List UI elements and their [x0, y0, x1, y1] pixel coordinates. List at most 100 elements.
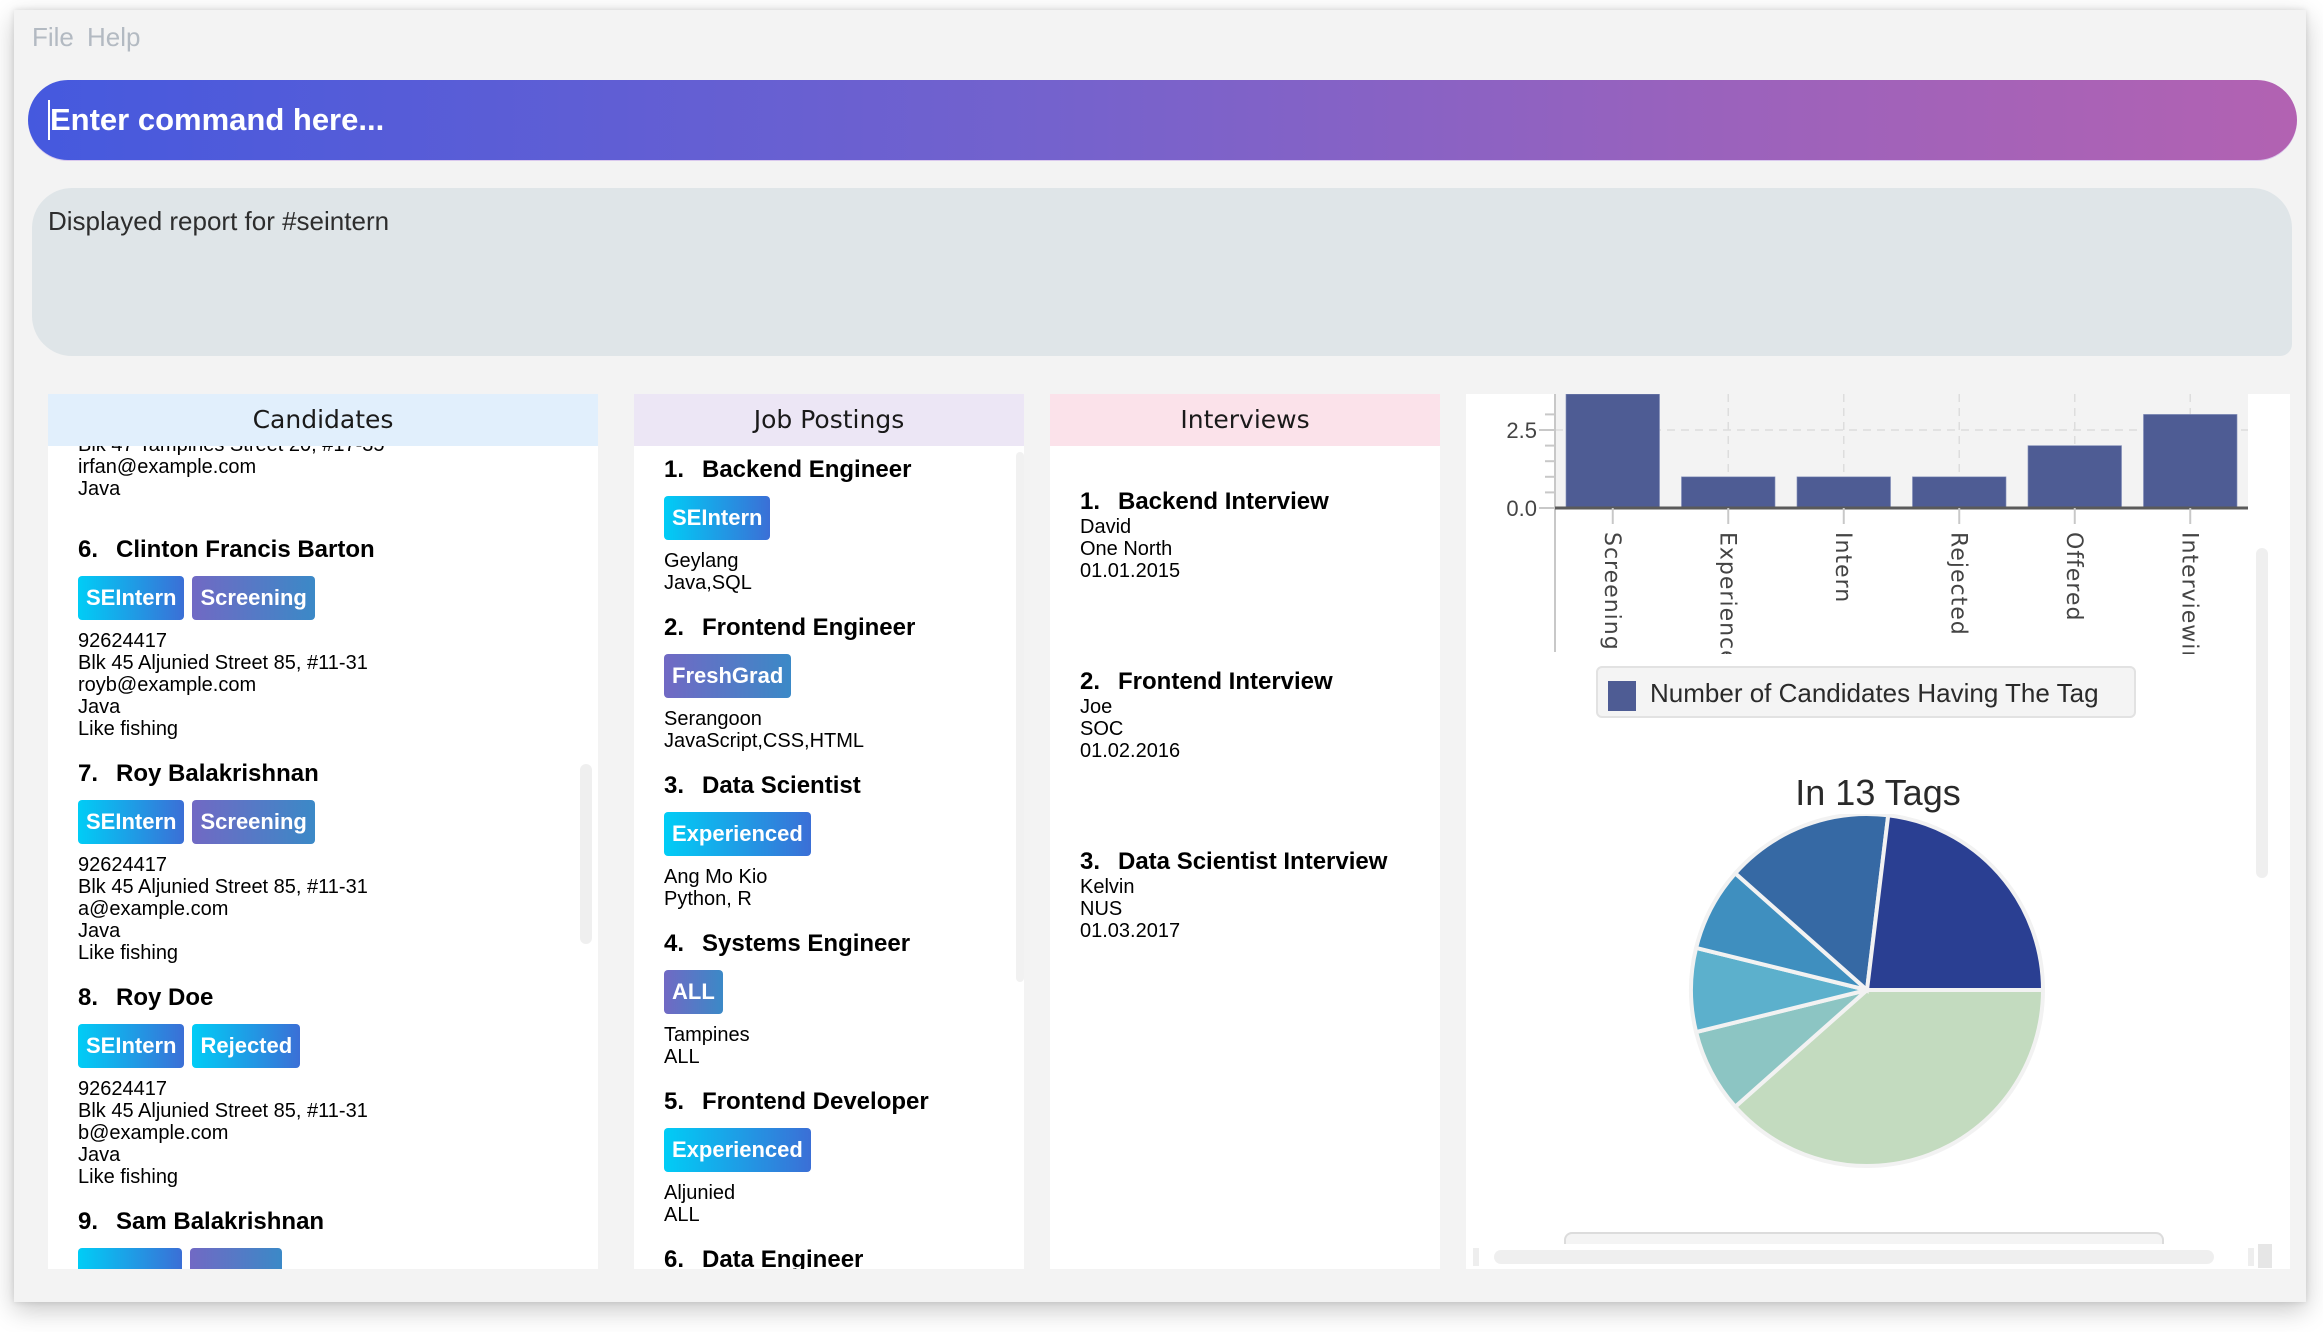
job-title-row: 3. Data Scientist [664, 772, 861, 800]
interviews-list[interactable]: 1. Backend Interview David One North 01.0… [1050, 446, 1440, 1269]
job-index: 1. [664, 456, 685, 483]
scroll-left-button[interactable] [1473, 1248, 1479, 1266]
y-tick-label: 0.0 [1506, 496, 1537, 521]
interview-card[interactable]: 1. Backend Interview David One North 01.0… [1080, 488, 1329, 582]
candidate-index: 7. [78, 760, 99, 787]
x-tick-label: Rejected [1945, 532, 1970, 636]
interview-location: NUS [1080, 898, 1123, 920]
tag-experienced[interactable]: Experienced [664, 1128, 811, 1172]
candidate-email: irfan@example.com [78, 456, 257, 478]
candidate-address: Blk 45 Aljunied Street 85, #11-31 [78, 652, 368, 674]
pie-chart-title: In 13 Tags [1795, 772, 1961, 813]
job-location: Serangoon [664, 708, 762, 730]
interview-title-row: 2. Frontend Interview [1080, 668, 1333, 696]
job-card[interactable]: 6. Data Engineer [664, 1246, 863, 1269]
tag-screening[interactable]: Screening [192, 800, 315, 844]
tag-freshgrad[interactable]: FreshGrad [664, 654, 792, 698]
interview-card[interactable]: 2. Frontend Interview Joe SOC 01.02.2016 [1080, 668, 1333, 762]
result-display: Displayed report for #seintern [32, 188, 2292, 356]
tag-seintern[interactable]: SEIntern [78, 1024, 185, 1068]
candidate-card[interactable]: 7. Roy Balakrishnan SEIntern Screening 92… [78, 760, 368, 964]
interview-card[interactable]: 3. Data Scientist Interview Kelvin NUS 01… [1080, 848, 1387, 942]
candidate-skills: Java [78, 920, 121, 942]
job-card[interactable]: 3. Data Scientist Experienced Ang Mo Kio … [664, 772, 861, 910]
command-bar [28, 80, 2297, 160]
interviews-panel: Interviews 1. Backend Interview David One… [1050, 394, 1440, 1269]
job-card[interactable]: 4. Systems Engineer ALL Tampines ALL [664, 930, 910, 1068]
candidate-tags [78, 1248, 324, 1269]
candidate-name: Roy Doe [116, 984, 214, 1011]
tag-seintern[interactable]: SEIntern [664, 496, 771, 540]
job-postings-list[interactable]: 1. Backend Engineer SEIntern Geylang Java… [634, 446, 1024, 1269]
legend-label: Number of Candidates Having The Tag [1650, 678, 2099, 708]
job-postings-scrollbar[interactable] [1016, 452, 1024, 982]
job-card[interactable]: 5. Frontend Developer Experienced Aljunie… [664, 1088, 929, 1226]
tag-rejected[interactable]: Rejected [192, 1024, 301, 1068]
job-tags: Experienced [664, 1128, 929, 1172]
job-card[interactable]: 1. Backend Engineer SEIntern Geylang Java… [664, 456, 911, 594]
job-skills: Java,SQL [664, 572, 752, 594]
x-tick-label: Interviewing [2176, 532, 2201, 654]
menu-help[interactable]: Help [87, 22, 140, 53]
candidate-card[interactable]: 9. Sam Balakrishnan [78, 1208, 324, 1269]
chart-vertical-scrollbar[interactable] [2256, 548, 2268, 878]
job-index: 6. [664, 1246, 685, 1269]
job-card[interactable]: 2. Frontend Engineer FreshGrad Serangoon … [664, 614, 915, 752]
candidate-name-row: 8. Roy Doe [78, 984, 368, 1012]
candidates-scrollbar[interactable] [580, 764, 592, 944]
candidate-card-partial[interactable]: Blk 47 Tampines Street 20, #17-35 irfan@… [78, 446, 384, 500]
interview-location: One North [1080, 538, 1173, 560]
job-title: Backend Engineer [702, 456, 912, 483]
interviewee: Kelvin [1080, 876, 1135, 898]
tag-experienced[interactable]: Experienced [664, 812, 811, 856]
interviewee: Joe [1080, 696, 1113, 718]
candidate-address: Blk 47 Tampines Street 20, #17-35 [78, 446, 384, 456]
candidate-skills: Java [78, 696, 121, 718]
bar-experienced [1681, 476, 1776, 509]
tag-seintern[interactable]: SEIntern [78, 800, 185, 844]
job-title-row: 6. Data Engineer [664, 1246, 863, 1269]
candidate-index: 9. [78, 1208, 99, 1235]
interview-date: 01.01.2015 [1080, 560, 1181, 582]
tag-seintern[interactable] [78, 1248, 182, 1269]
candidate-remark: Like fishing [78, 718, 179, 740]
candidate-phone: 92624417 [78, 1078, 167, 1100]
job-title: Data Scientist [702, 772, 861, 799]
interview-title: Backend Interview [1118, 488, 1329, 515]
chart-horizontal-scrollbar[interactable] [1466, 1244, 2290, 1269]
interviews-header: Interviews [1050, 394, 1440, 446]
pie-chart [1689, 814, 2046, 1168]
menu-bar: File Help [14, 10, 2306, 66]
candidate-card[interactable]: 6. Clinton Francis Barton SEIntern Screen… [78, 536, 375, 740]
job-title-row: 2. Frontend Engineer [664, 614, 915, 642]
command-input[interactable] [50, 80, 2250, 160]
scroll-thumb[interactable] [1494, 1250, 2214, 1264]
candidates-panel: Candidates Blk 47 Tampines Street 20, #1… [48, 394, 598, 1269]
job-index: 5. [664, 1088, 685, 1115]
tag-all[interactable]: ALL [664, 970, 723, 1014]
candidate-tags: SEIntern Screening [78, 800, 368, 844]
pie-slice-interviewing [1864, 814, 2046, 992]
candidate-index: 8. [78, 984, 99, 1011]
job-tags: FreshGrad [664, 654, 915, 698]
candidates-list[interactable]: Blk 47 Tampines Street 20, #17-35 irfan@… [48, 446, 598, 1269]
scroll-right-button[interactable] [2248, 1248, 2254, 1266]
bar-interviewing [2143, 414, 2238, 509]
candidate-name-row: 9. Sam Balakrishnan [78, 1208, 324, 1236]
candidate-card[interactable]: 8. Roy Doe SEIntern Rejected 92624417 Blk… [78, 984, 368, 1188]
candidate-name: Sam Balakrishnan [116, 1208, 325, 1235]
tag-seintern[interactable]: SEIntern [78, 576, 185, 620]
interview-index: 2. [1080, 668, 1101, 695]
menu-file[interactable]: File [32, 22, 74, 53]
job-skills: ALL [664, 1046, 700, 1068]
job-title-row: 1. Backend Engineer [664, 456, 911, 484]
scroll-corner [2258, 1244, 2272, 1268]
candidate-email: a@example.com [78, 898, 229, 920]
bar-rejected [1912, 476, 2007, 509]
interview-title-row: 1. Backend Interview [1080, 488, 1329, 516]
candidate-index: 6. [78, 536, 99, 563]
tag-screening[interactable] [190, 1248, 282, 1269]
tag-screening[interactable]: Screening [192, 576, 315, 620]
app-window: File Help Displayed report for #seintern… [14, 10, 2306, 1302]
bar-chart: 0.0 2.5 Screening Experienced Intern Rejected… [1506, 394, 2248, 654]
